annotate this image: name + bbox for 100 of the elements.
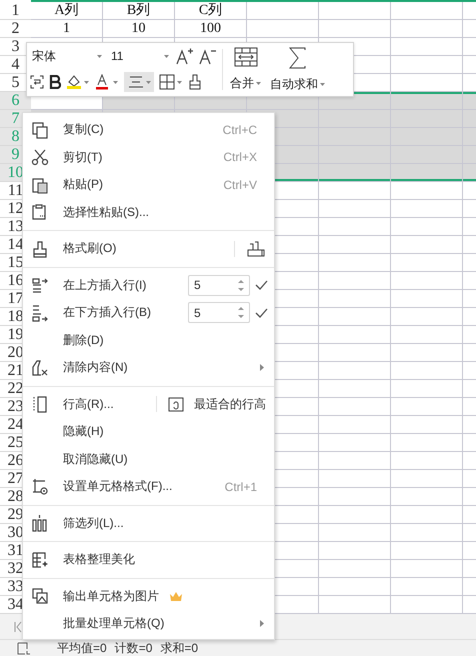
menu-item[interactable]: 隐藏(H) <box>63 423 104 440</box>
table-cell[interactable] <box>319 524 391 542</box>
bold-icon[interactable] <box>49 75 61 89</box>
table-cell[interactable] <box>319 434 391 452</box>
table-cell[interactable] <box>319 506 391 524</box>
merge-button[interactable]: 合并 <box>228 43 263 96</box>
table-cell[interactable] <box>247 20 319 38</box>
menu-item[interactable]: 输出单元格为图片 <box>63 588 159 605</box>
decrease-font-icon[interactable] <box>199 47 217 65</box>
table-cell[interactable] <box>319 380 391 398</box>
table-cell[interactable] <box>319 2 391 20</box>
table-cell[interactable] <box>391 542 463 560</box>
menu-item[interactable]: 取消隐藏(U) <box>63 450 128 468</box>
menu-item[interactable]: 筛选列(L)... <box>63 514 124 532</box>
menu-item[interactable]: 选择性粘贴(S)... <box>63 204 149 221</box>
menu-item[interactable]: 表格整理美化 <box>63 551 135 568</box>
first-sheet-icon[interactable] <box>14 620 22 632</box>
table-cell[interactable] <box>319 200 391 218</box>
row-number[interactable]: 2 <box>0 20 31 38</box>
table-cell: A列 <box>31 2 103 20</box>
table-cell[interactable] <box>391 20 463 38</box>
autosum-button[interactable]: 自动求和 <box>268 43 327 96</box>
table-cell[interactable] <box>319 416 391 434</box>
menu-item[interactable]: 设置单元格格式(F)... <box>63 478 172 496</box>
table-cell[interactable] <box>319 560 391 578</box>
table-cell[interactable] <box>319 164 391 182</box>
table-cell[interactable] <box>391 416 463 434</box>
table-cell[interactable] <box>319 272 391 290</box>
cell-icon[interactable] <box>17 642 31 654</box>
brush-icon[interactable] <box>188 74 202 90</box>
table-cell[interactable] <box>319 20 391 38</box>
table-cell[interactable] <box>391 200 463 218</box>
menu-item[interactable]: 复制(C) <box>63 121 104 138</box>
menu-item[interactable]: 批量处理单元格(Q) <box>63 615 164 632</box>
table-cell[interactable] <box>319 218 391 236</box>
table-cell[interactable] <box>319 236 391 254</box>
table-cell[interactable] <box>391 524 463 542</box>
menu-item[interactable]: 清除内容(N) <box>63 359 128 376</box>
table-cell[interactable] <box>319 326 391 344</box>
table-cell[interactable] <box>391 398 463 416</box>
font-field[interactable]: 宋体 <box>30 46 104 66</box>
table-cell[interactable] <box>391 506 463 524</box>
menu-item[interactable]: 删除(D) <box>63 332 104 349</box>
table-cell[interactable] <box>391 344 463 362</box>
align-button[interactable] <box>124 72 154 92</box>
table-cell[interactable] <box>391 290 463 308</box>
number-field[interactable]: 5 <box>188 302 250 324</box>
menu-item[interactable]: 行高(R)... <box>63 396 114 413</box>
table-cell[interactable] <box>319 488 391 506</box>
menu-item[interactable]: 在上方插入行(I) <box>63 276 146 294</box>
increase-font-icon[interactable] <box>176 47 194 65</box>
table-cell[interactable] <box>391 488 463 506</box>
menu-item[interactable]: 粘贴(P) <box>63 176 103 194</box>
table-cell[interactable] <box>391 92 463 110</box>
table-cell[interactable] <box>391 434 463 452</box>
fill-color-icon[interactable] <box>66 74 90 90</box>
table-cell[interactable] <box>391 578 463 596</box>
brush-icon[interactable] <box>246 240 266 258</box>
table-cell[interactable] <box>319 470 391 488</box>
table-cell[interactable] <box>319 542 391 560</box>
table-cell[interactable] <box>319 452 391 470</box>
table-cell[interactable] <box>391 218 463 236</box>
table-cell[interactable] <box>391 2 463 20</box>
menu-item[interactable]: 格式刷(O) <box>63 240 116 258</box>
table-cell[interactable] <box>319 362 391 380</box>
table-cell[interactable] <box>319 254 391 272</box>
number-field[interactable]: 5 <box>188 274 250 296</box>
spinner-arrows-icon[interactable] <box>238 306 244 320</box>
table-cell[interactable] <box>391 182 463 200</box>
table-cell[interactable] <box>319 398 391 416</box>
menu-item[interactable]: 在下方插入行(B) <box>63 304 151 322</box>
table-cell[interactable] <box>391 560 463 578</box>
table-cell[interactable] <box>319 290 391 308</box>
table-cell[interactable] <box>391 326 463 344</box>
table-cell[interactable] <box>391 236 463 254</box>
table-cell[interactable] <box>319 182 391 200</box>
table-cell[interactable] <box>247 2 319 20</box>
table-cell[interactable] <box>391 452 463 470</box>
menu-item[interactable]: 最适合的行高 <box>194 396 266 413</box>
border-icon[interactable] <box>159 74 183 90</box>
menu-item[interactable]: 剪切(T) <box>63 148 102 166</box>
table-cell[interactable] <box>391 272 463 290</box>
font-color-icon[interactable] <box>95 74 119 90</box>
table-cell[interactable] <box>391 56 463 74</box>
table-cell[interactable] <box>391 164 463 182</box>
table-cell[interactable] <box>319 308 391 326</box>
table-cell[interactable] <box>391 470 463 488</box>
table-cell[interactable] <box>391 362 463 380</box>
table-cell[interactable] <box>319 344 391 362</box>
font-size-field[interactable]: 11 <box>109 46 171 66</box>
check-icon[interactable] <box>255 308 268 318</box>
spinner-arrows-icon[interactable] <box>238 278 244 292</box>
table-cell[interactable] <box>391 380 463 398</box>
check-icon[interactable] <box>255 280 268 290</box>
row-number[interactable]: 1 <box>0 2 31 20</box>
table-cell[interactable] <box>391 254 463 272</box>
table-cell[interactable] <box>391 38 463 56</box>
table-cell[interactable] <box>319 578 391 596</box>
table-cell[interactable] <box>391 308 463 326</box>
wrap-icon[interactable] <box>30 75 44 89</box>
